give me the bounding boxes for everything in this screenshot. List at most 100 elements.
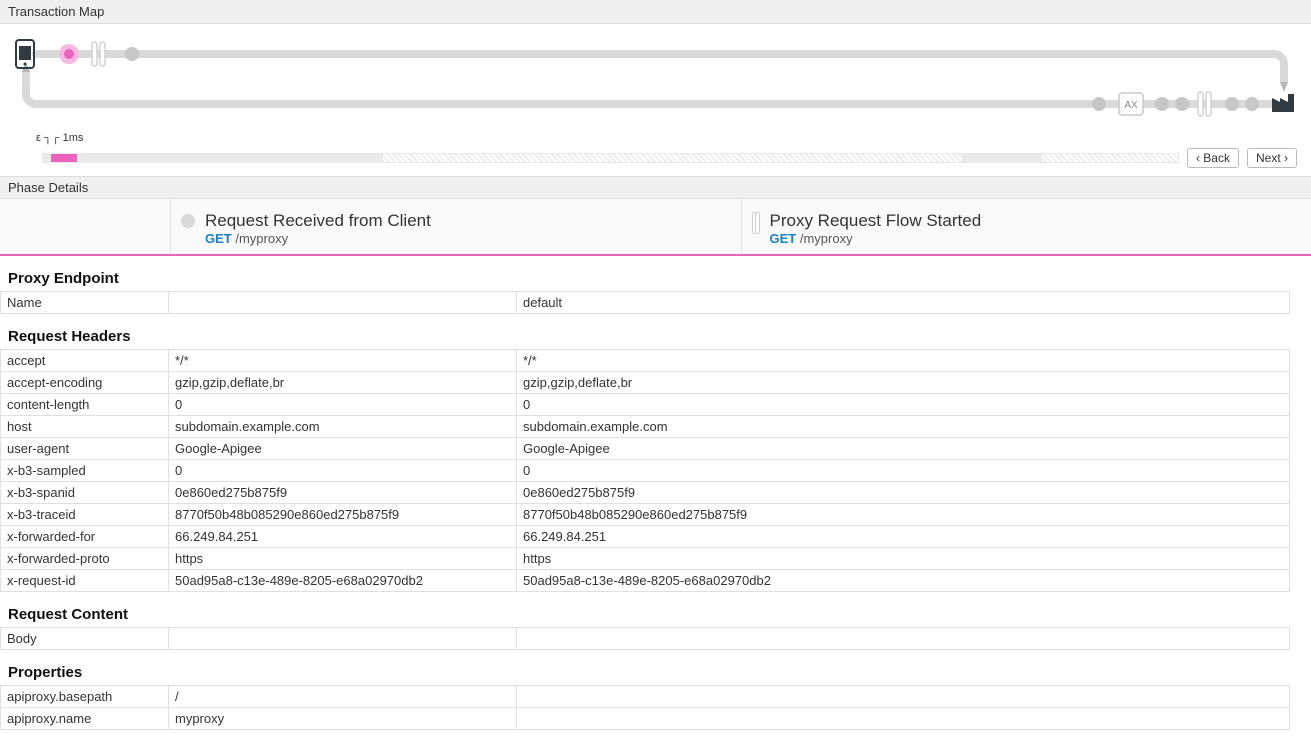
table-row: accept-encodinggzip,gzip,deflate,brgzip,…: [1, 372, 1290, 394]
row-value-left: 66.249.84.251: [169, 526, 517, 548]
row-value-right: default: [517, 292, 1290, 314]
row-value-right: [517, 708, 1290, 730]
row-label: apiproxy.basepath: [1, 686, 169, 708]
transaction-map-header: Transaction Map: [0, 0, 1311, 24]
row-value-left: 50ad95a8-c13e-489e-8205-e68a02970db2: [169, 570, 517, 592]
row-value-right: 0: [517, 460, 1290, 482]
row-value-left: 8770f50b48b085290e860ed275b875f9: [169, 504, 517, 526]
section-request-content-title: Request Content: [0, 592, 1293, 627]
table-row: x-b3-spanid0e860ed275b875f90e860ed275b87…: [1, 482, 1290, 504]
section-request-headers-title: Request Headers: [0, 314, 1293, 349]
flow-node[interactable]: [125, 47, 139, 61]
row-value-left: /: [169, 686, 517, 708]
row-value-right: 0e860ed275b875f9: [517, 482, 1290, 504]
row-value-right: 8770f50b48b085290e860ed275b875f9: [517, 504, 1290, 526]
transaction-map-diagram: AX: [0, 24, 1311, 144]
row-value-right: gzip,gzip,deflate,br: [517, 372, 1290, 394]
table-row: content-length00: [1, 394, 1290, 416]
row-label: host: [1, 416, 169, 438]
row-value-right: [517, 628, 1290, 650]
timeline-bar[interactable]: [42, 153, 1179, 163]
row-label: x-b3-sampled: [1, 460, 169, 482]
row-value-right: subdomain.example.com: [517, 416, 1290, 438]
flow-node[interactable]: [1245, 97, 1259, 111]
section-properties-title: Properties: [0, 650, 1293, 685]
table-row: Name default: [1, 292, 1290, 314]
row-value-left: gzip,gzip,deflate,br: [169, 372, 517, 394]
flow-node[interactable]: [1092, 97, 1106, 111]
table-row: accept*/**/*: [1, 350, 1290, 372]
phase-columns: Request Received from Client GET /myprox…: [0, 199, 1311, 256]
row-label: content-length: [1, 394, 169, 416]
transaction-map-title: Transaction Map: [8, 4, 104, 19]
row-label: Name: [1, 292, 169, 314]
bars-icon: [752, 212, 760, 232]
row-value-left: myproxy: [169, 708, 517, 730]
back-button[interactable]: ‹ Back: [1187, 148, 1239, 168]
section-proxy-endpoint-title: Proxy Endpoint: [0, 256, 1293, 291]
row-value-right: 50ad95a8-c13e-489e-8205-e68a02970db2: [517, 570, 1290, 592]
http-path: /myproxy: [235, 231, 288, 246]
row-label: accept: [1, 350, 169, 372]
table-row: hostsubdomain.example.comsubdomain.examp…: [1, 416, 1290, 438]
row-value-left: 0e860ed275b875f9: [169, 482, 517, 504]
phase-details-body: Proxy Endpoint Name default Request Heade…: [0, 256, 1311, 730]
request-headers-table: accept*/**/*accept-encodinggzip,gzip,def…: [0, 349, 1290, 592]
row-value-right: */*: [517, 350, 1290, 372]
row-label: x-forwarded-proto: [1, 548, 169, 570]
svg-text:AX: AX: [1124, 100, 1138, 111]
row-value-right: [517, 686, 1290, 708]
row-label: x-request-id: [1, 570, 169, 592]
row-value-right: 0: [517, 394, 1290, 416]
http-method: GET: [205, 231, 232, 246]
flow-node[interactable]: [1175, 97, 1189, 111]
http-path: /myproxy: [800, 231, 853, 246]
phase-details-header: Phase Details: [0, 176, 1311, 199]
circle-icon: [181, 214, 195, 228]
row-label: x-b3-traceid: [1, 504, 169, 526]
row-value-right: Google-Apigee: [517, 438, 1290, 460]
row-value-left: 0: [169, 394, 517, 416]
row-value-left: */*: [169, 350, 517, 372]
table-row: x-b3-traceid8770f50b48b085290e860ed275b8…: [1, 504, 1290, 526]
column-title: Proxy Request Flow Started: [770, 211, 982, 231]
http-method: GET: [770, 231, 797, 246]
column-request-received[interactable]: Request Received from Client GET /myprox…: [170, 199, 741, 254]
table-row: x-forwarded-for66.249.84.25166.249.84.25…: [1, 526, 1290, 548]
row-value-left: Google-Apigee: [169, 438, 517, 460]
phase-details-title: Phase Details: [8, 180, 88, 195]
row-label: Body: [1, 628, 169, 650]
row-label: user-agent: [1, 438, 169, 460]
client-device-icon: [16, 40, 34, 68]
row-value-left: https: [169, 548, 517, 570]
table-row: apiproxy.basepath/: [1, 686, 1290, 708]
proxy-endpoint-table: Name default: [0, 291, 1290, 314]
request-content-table: Body: [0, 627, 1290, 650]
next-button[interactable]: Next ›: [1247, 148, 1297, 168]
target-server-icon: [1272, 94, 1294, 112]
row-label: x-forwarded-for: [1, 526, 169, 548]
row-value-left: [169, 628, 517, 650]
row-label: x-b3-spanid: [1, 482, 169, 504]
flow-node[interactable]: [1155, 97, 1169, 111]
table-row: apiproxy.namemyproxy: [1, 708, 1290, 730]
flow-ax-node[interactable]: AX: [1119, 93, 1143, 115]
flow-node[interactable]: [1225, 97, 1239, 111]
row-value-right: 66.249.84.251: [517, 526, 1290, 548]
row-label: apiproxy.name: [1, 708, 169, 730]
row-value-left: 0: [169, 460, 517, 482]
properties-table: apiproxy.basepath/apiproxy.namemyproxy: [0, 685, 1290, 730]
column-proxy-flow-started[interactable]: Proxy Request Flow Started GET /myproxy: [741, 199, 1311, 254]
table-row: x-forwarded-protohttpshttps: [1, 548, 1290, 570]
timeline-label: ε ┐┌ 1ms: [36, 132, 83, 144]
row-label: accept-encoding: [1, 372, 169, 394]
table-row: Body: [1, 628, 1290, 650]
row-value-right: https: [517, 548, 1290, 570]
table-row: x-b3-sampled00: [1, 460, 1290, 482]
table-row: x-request-id50ad95a8-c13e-489e-8205-e68a…: [1, 570, 1290, 592]
row-value-left: subdomain.example.com: [169, 416, 517, 438]
row-value-left: [169, 292, 517, 314]
table-row: user-agentGoogle-ApigeeGoogle-Apigee: [1, 438, 1290, 460]
timeline: ε ┐┌ 1ms ‹ Back Next ›: [0, 144, 1311, 176]
column-title: Request Received from Client: [205, 211, 431, 231]
